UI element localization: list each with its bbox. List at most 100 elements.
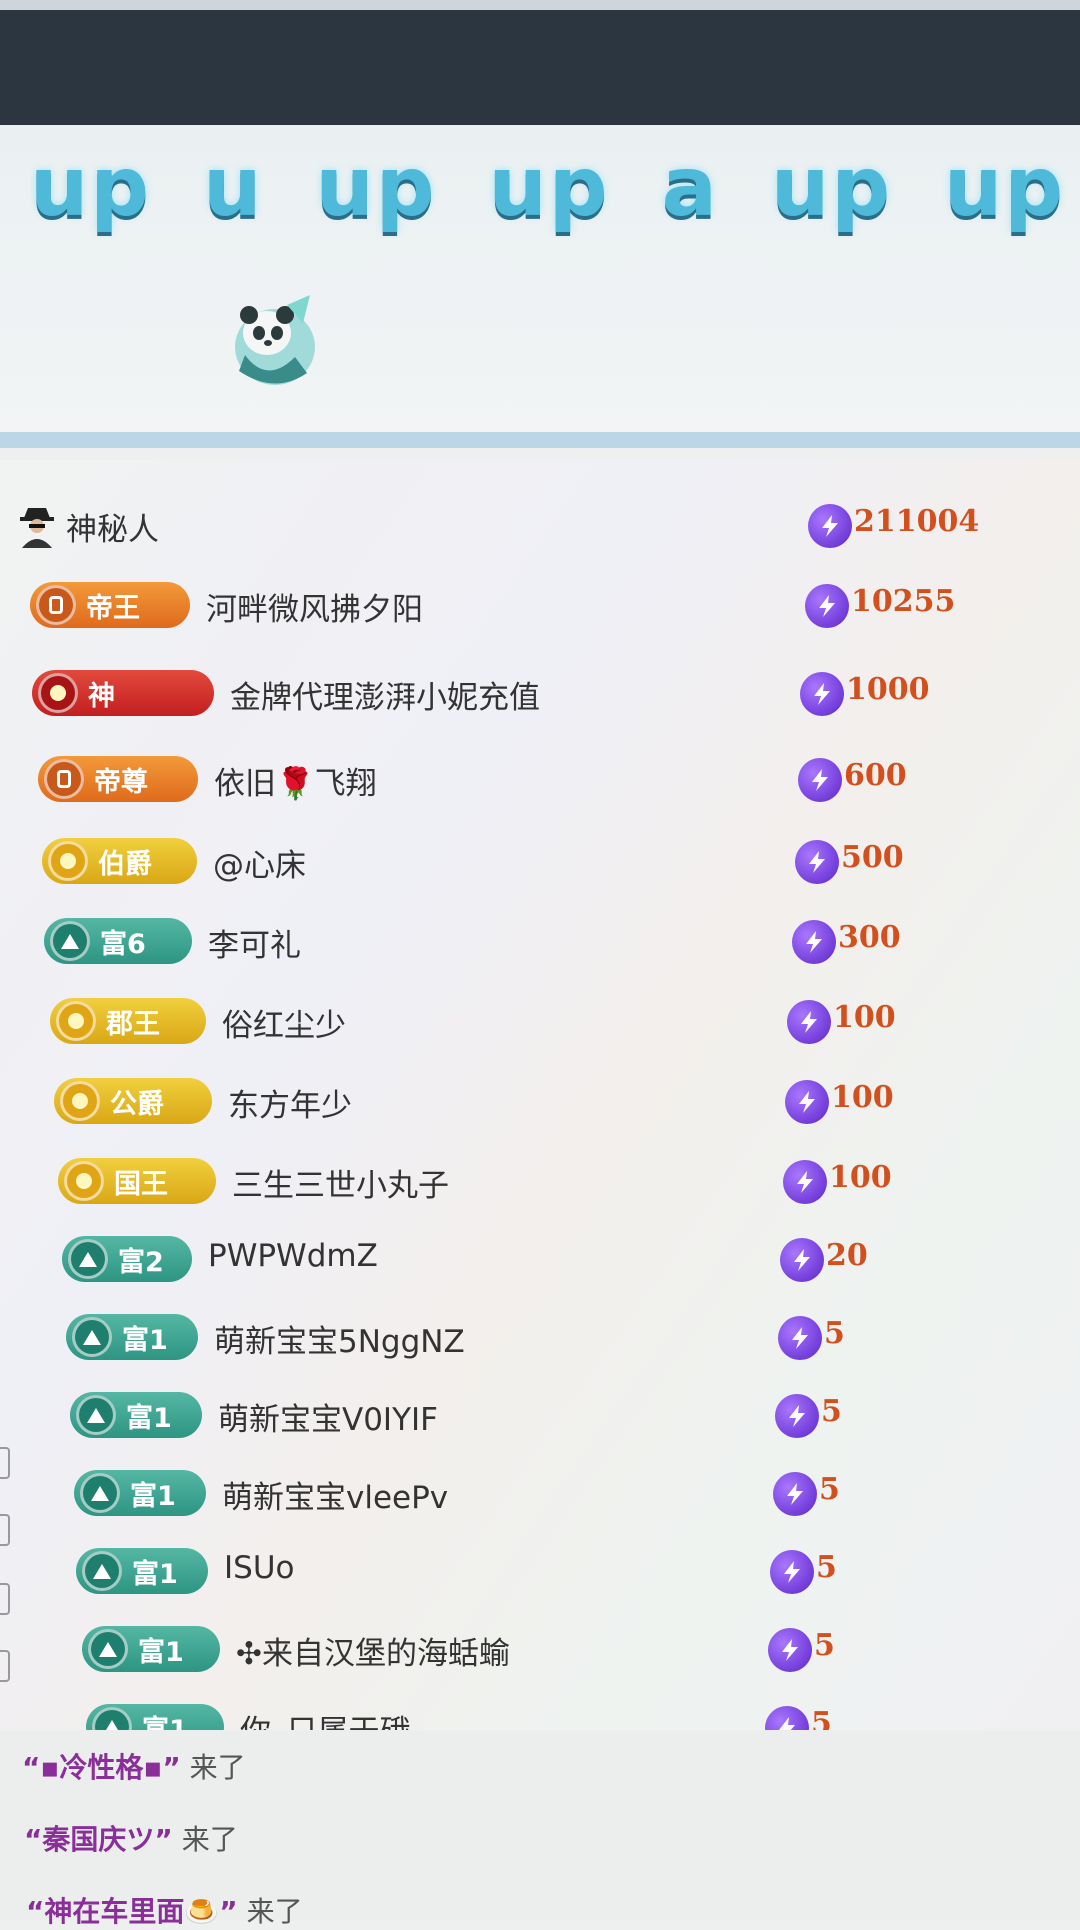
medal-icon (48, 841, 88, 881)
ranking-row[interactable]: 富2 PWPWdmZ 20 (0, 1226, 1080, 1292)
level-badge: 富6 (44, 918, 192, 964)
contribution-amount: 100 (831, 1080, 894, 1115)
lightning-coin-icon (785, 1080, 829, 1124)
level-badge: 富1 (82, 1626, 220, 1672)
medal-icon (38, 673, 78, 713)
lightning-coin-icon (780, 1238, 824, 1282)
medal-icon (56, 1001, 96, 1041)
ranking-row[interactable]: 神 金牌代理澎湃小妮充值 1000 (0, 660, 1080, 726)
level-badge: 帝尊 (38, 756, 198, 802)
ranking-row[interactable]: 富1 萌新宝宝5NggNZ 5 (0, 1304, 1080, 1370)
badge-label: 国王 (114, 1168, 168, 1200)
level-badge: 富2 (62, 1236, 192, 1282)
user-name: 神秘人 (66, 512, 159, 548)
contribution-amount: 300 (838, 920, 901, 955)
entry-feed: “▪冷性格▪” 来了 “秦国庆ツ” 来了 “神在车里面🍮” 来了 (0, 1730, 1080, 1928)
contribution-amount: 211004 (854, 504, 980, 539)
top-bar-strip (0, 0, 1080, 10)
contribution-amount: 1000 (846, 672, 930, 707)
panda-icon (235, 295, 315, 385)
badge-label: 郡王 (106, 1008, 160, 1040)
level-badge: 郡王 (50, 998, 206, 1044)
edge-marker (0, 1650, 10, 1682)
user-name: 三生三世小丸子 (232, 1168, 449, 1204)
ranking-row[interactable]: 富1 ✣来自汉堡的海蛞蝓 5 (0, 1616, 1080, 1682)
badge-label: 富1 (132, 1558, 178, 1590)
marquee-word: up (30, 140, 152, 235)
ranking-row[interactable]: 神秘人 211004 (0, 492, 1080, 558)
badge-label: 伯爵 (98, 848, 152, 880)
ranking-row[interactable]: 公爵 东方年少 100 (0, 1068, 1080, 1134)
lightning-coin-icon (792, 920, 836, 964)
entry-line: “秦国庆ツ” 来了 (24, 1818, 238, 1858)
marquee-text: upuupupaupupda (30, 138, 1080, 238)
marquee-word: a (661, 140, 719, 235)
badge-label: 神 (88, 680, 115, 712)
lightning-coin-icon (770, 1550, 814, 1594)
mystery-user-icon (20, 508, 54, 548)
level-badge: 神 (32, 670, 214, 716)
ranking-list: 神秘人 211004 帝王 河畔微风拂夕阳 10255 神 金牌代理澎湃小妮充值 1000 帝尊… (0, 460, 1080, 1750)
entry-action: 来了 (189, 1751, 246, 1784)
ranking-row[interactable]: 伯爵 @心床 500 (0, 828, 1080, 894)
ranking-row[interactable]: 帝尊 依旧🌹飞翔 600 (0, 746, 1080, 812)
medal-icon (82, 1551, 122, 1591)
entry-action: 来了 (246, 1895, 303, 1928)
user-name: PWPWdmZ (208, 1238, 378, 1274)
entry-user: “▪冷性格▪” (22, 1751, 181, 1784)
badge-label: 富1 (126, 1402, 172, 1434)
marquee-word: up (944, 140, 1066, 235)
lightning-coin-icon (783, 1160, 827, 1204)
edge-marker (0, 1447, 10, 1479)
entry-line: “神在车里面🍮” 来了 (26, 1890, 303, 1930)
medal-icon (88, 1629, 128, 1669)
lightning-coin-icon (787, 1000, 831, 1044)
medal-icon (72, 1317, 112, 1357)
lightning-coin-icon (800, 672, 844, 716)
user-name: 东方年少 (228, 1088, 352, 1124)
contribution-amount: 600 (844, 758, 907, 793)
user-name: ISUo (224, 1550, 295, 1586)
ranking-row[interactable]: 国王 三生三世小丸子 100 (0, 1148, 1080, 1214)
ranking-row[interactable]: 富1 萌新宝宝vleePv 5 (0, 1460, 1080, 1526)
lightning-coin-icon (778, 1316, 822, 1360)
user-name: 李可礼 (208, 928, 301, 964)
ranking-row[interactable]: 富6 李可礼 300 (0, 908, 1080, 974)
level-badge: 富1 (66, 1314, 198, 1360)
lightning-coin-icon (773, 1472, 817, 1516)
level-badge: 国王 (58, 1158, 216, 1204)
ranking-row[interactable]: 富1 萌新宝宝V0IYIF 5 (0, 1382, 1080, 1448)
contribution-amount: 5 (816, 1550, 837, 1585)
medal-icon (68, 1239, 108, 1279)
badge-label: 富1 (138, 1636, 184, 1668)
badge-label: 富1 (122, 1324, 168, 1356)
medal-icon (50, 921, 90, 961)
lightning-coin-icon (798, 758, 842, 802)
edge-marker (0, 1514, 10, 1546)
contribution-amount: 20 (826, 1238, 868, 1273)
medal-icon (60, 1081, 100, 1121)
entry-user: “秦国庆ツ” (24, 1823, 173, 1856)
ranking-row[interactable]: 富1 ISUo 5 (0, 1538, 1080, 1604)
lightning-coin-icon (805, 584, 849, 628)
user-name: 萌新宝宝vleePv (222, 1480, 449, 1516)
ranking-row[interactable]: 帝王 河畔微风拂夕阳 10255 (0, 572, 1080, 638)
level-badge: 公爵 (54, 1078, 212, 1124)
level-badge: 帝王 (30, 582, 190, 628)
contribution-amount: 5 (824, 1316, 845, 1351)
badge-label: 富6 (100, 928, 146, 960)
contribution-amount: 5 (814, 1628, 835, 1663)
ranking-row[interactable]: 郡王 俗红尘少 100 (0, 988, 1080, 1054)
user-name: 萌新宝宝V0IYIF (218, 1402, 438, 1438)
entry-action: 来了 (181, 1823, 238, 1856)
marquee-word: up (315, 140, 437, 235)
marquee-word: up (770, 140, 893, 235)
badge-label: 帝王 (86, 592, 140, 624)
marquee-word: u (203, 140, 264, 235)
badge-label: 公爵 (110, 1088, 164, 1120)
contribution-amount: 100 (833, 1000, 896, 1035)
level-badge: 伯爵 (42, 838, 197, 884)
marquee-word: up (488, 140, 610, 235)
contribution-amount: 100 (829, 1160, 892, 1195)
lightning-coin-icon (775, 1394, 819, 1438)
